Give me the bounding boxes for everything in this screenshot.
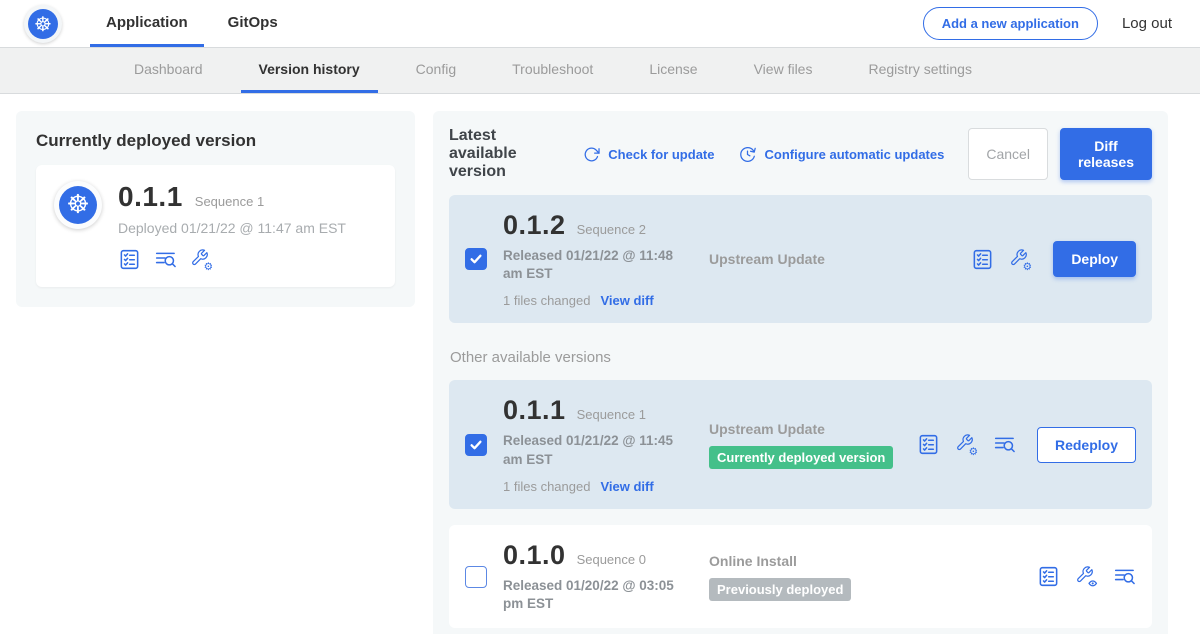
- source-label: Upstream Update: [709, 421, 825, 437]
- version-row-0-1-2: 0.1.2 Sequence 2 Released 01/21/22 @ 11:…: [449, 195, 1152, 323]
- version-row-0-1-0: 0.1.0 Sequence 0 Released 01/20/22 @ 03:…: [449, 525, 1152, 628]
- logout-button[interactable]: Log out: [1122, 15, 1172, 32]
- svg-text:⚙: ⚙: [1023, 261, 1032, 271]
- app-icon-badge: ☸: [54, 181, 102, 229]
- diff-releases-button[interactable]: Diff releases: [1060, 128, 1152, 180]
- app-logo: ☸: [24, 0, 62, 47]
- edit-config-icon[interactable]: ⚙: [190, 248, 213, 271]
- kubernetes-helm-icon: ☸: [59, 186, 97, 224]
- svg-text:⚙: ⚙: [204, 261, 213, 271]
- app-subnav: Dashboard Version history Config Trouble…: [0, 48, 1200, 94]
- deployed-timestamp: Deployed 01/21/22 @ 11:47 am EST: [118, 220, 346, 236]
- currently-deployed-panel: Currently deployed version ☸ 0.1.1 Seque…: [16, 111, 415, 307]
- kubernetes-logo: ☸: [24, 5, 62, 43]
- deployed-sequence-label: Sequence 1: [195, 194, 264, 209]
- topbar: ☸ Application GitOps Add a new applicati…: [0, 0, 1200, 48]
- refresh-icon: [582, 145, 601, 164]
- configure-updates-label: Configure automatic updates: [764, 147, 944, 162]
- other-versions-label: Other available versions: [450, 349, 1168, 366]
- edit-config-icon[interactable]: ⚙: [1009, 248, 1032, 271]
- tab-version-history[interactable]: Version history: [241, 48, 378, 93]
- source-label: Upstream Update: [709, 251, 825, 267]
- latest-available-title: Latest available version: [449, 127, 564, 181]
- files-changed-label: 1 files changed: [503, 479, 590, 494]
- currently-deployed-title: Currently deployed version: [36, 131, 395, 151]
- deployed-version-number: 0.1.1: [118, 181, 183, 213]
- tab-registry-settings[interactable]: Registry settings: [850, 48, 989, 93]
- tab-application[interactable]: Application: [90, 0, 204, 47]
- released-timestamp: Released 01/21/22 @ 11:48 am EST: [503, 247, 695, 283]
- sequence-label: Sequence 2: [577, 222, 646, 237]
- tab-dashboard[interactable]: Dashboard: [116, 48, 221, 93]
- edit-config-icon[interactable]: ⚙: [955, 433, 978, 456]
- sequence-label: Sequence 1: [577, 407, 646, 422]
- svg-text:⚙: ⚙: [969, 446, 978, 456]
- view-config-icon[interactable]: [1075, 565, 1098, 588]
- configure-updates-link[interactable]: Configure automatic updates: [738, 145, 944, 164]
- view-diff-link[interactable]: View diff: [600, 479, 653, 494]
- released-timestamp: Released 01/20/22 @ 03:05 pm EST: [503, 577, 695, 613]
- preflight-checks-icon[interactable]: [971, 248, 994, 271]
- deploy-logs-icon[interactable]: [1113, 565, 1136, 588]
- tab-license[interactable]: License: [631, 48, 715, 93]
- version-number: 0.1.2: [503, 210, 566, 241]
- released-timestamp: Released 01/21/22 @ 11:45 am EST: [503, 432, 695, 468]
- main-content: Currently deployed version ☸ 0.1.1 Seque…: [0, 94, 1200, 634]
- schedule-update-icon: [738, 145, 757, 164]
- version-checkbox[interactable]: [465, 248, 487, 270]
- preflight-checks-icon[interactable]: [1037, 565, 1060, 588]
- version-number: 0.1.0: [503, 540, 566, 571]
- check-for-update-label: Check for update: [608, 147, 714, 162]
- deploy-button[interactable]: Deploy: [1053, 241, 1136, 277]
- version-number: 0.1.1: [503, 395, 566, 426]
- add-application-button[interactable]: Add a new application: [923, 7, 1098, 40]
- preflight-checks-icon[interactable]: [118, 248, 141, 271]
- preflight-checks-icon[interactable]: [917, 433, 940, 456]
- version-history-panel: Latest available version Check for updat…: [433, 111, 1168, 634]
- version-row-0-1-1: 0.1.1 Sequence 1 Released 01/21/22 @ 11:…: [449, 380, 1152, 508]
- sequence-label: Sequence 0: [577, 552, 646, 567]
- tab-config[interactable]: Config: [398, 48, 474, 93]
- deploy-logs-icon[interactable]: [993, 433, 1016, 456]
- kubernetes-helm-icon: ☸: [28, 9, 58, 39]
- tab-troubleshoot[interactable]: Troubleshoot: [494, 48, 611, 93]
- tab-gitops[interactable]: GitOps: [212, 0, 294, 47]
- status-badge-currently-deployed: Currently deployed version: [709, 446, 893, 469]
- files-changed-label: 1 files changed: [503, 293, 590, 308]
- redeploy-button[interactable]: Redeploy: [1037, 427, 1136, 463]
- tab-view-files[interactable]: View files: [736, 48, 831, 93]
- version-checkbox[interactable]: [465, 434, 487, 456]
- status-badge-previously-deployed: Previously deployed: [709, 578, 851, 601]
- check-for-update-link[interactable]: Check for update: [582, 145, 714, 164]
- source-label: Online Install: [709, 553, 797, 569]
- version-checkbox[interactable]: [465, 566, 487, 588]
- currently-deployed-card: ☸ 0.1.1 Sequence 1 Deployed 01/21/22 @ 1…: [36, 165, 395, 287]
- cancel-button[interactable]: Cancel: [968, 128, 1048, 180]
- view-diff-link[interactable]: View diff: [600, 293, 653, 308]
- deploy-logs-icon[interactable]: [154, 248, 177, 271]
- topbar-tabs: Application GitOps: [90, 0, 294, 47]
